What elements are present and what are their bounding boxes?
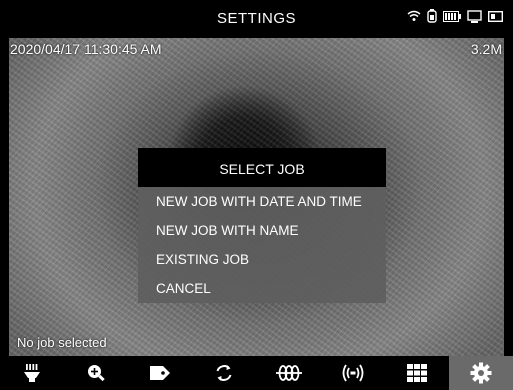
tag-button[interactable] xyxy=(128,356,192,390)
wifi-icon xyxy=(407,10,421,22)
grid-icon xyxy=(406,364,427,382)
sonde-button[interactable] xyxy=(321,356,385,390)
rotate-icon xyxy=(214,363,234,383)
option-new-job-date-time[interactable]: NEW JOB WITH DATE AND TIME xyxy=(138,187,386,216)
coil-icon xyxy=(275,364,302,382)
sonde-icon xyxy=(341,364,365,382)
top-bar: SETTINGS xyxy=(0,0,513,38)
dialog-options: NEW JOB WITH DATE AND TIME NEW JOB WITH … xyxy=(138,187,386,303)
coil-button[interactable] xyxy=(257,356,321,390)
tag-icon xyxy=(149,364,171,382)
dialog-title: SELECT JOB xyxy=(138,148,386,187)
zoom-button[interactable] xyxy=(64,356,128,390)
resolution-label: 3.2M xyxy=(470,41,502,57)
monitor-icon xyxy=(467,9,482,23)
grid-button[interactable] xyxy=(385,356,449,390)
option-cancel[interactable]: CANCEL xyxy=(138,274,386,303)
light-icon xyxy=(22,363,42,383)
job-status-label: No job selected xyxy=(17,335,107,350)
battery-icon xyxy=(443,10,461,22)
light-button[interactable] xyxy=(0,356,64,390)
select-job-dialog: SELECT JOB NEW JOB WITH DATE AND TIME NE… xyxy=(138,148,386,303)
option-existing-job[interactable]: EXISTING JOB xyxy=(138,245,386,274)
status-icons xyxy=(407,9,503,23)
datetime-label: 2020/04/17 11:30:45 AM xyxy=(10,41,162,57)
card-icon xyxy=(488,10,503,22)
zoom-in-icon xyxy=(86,363,106,383)
settings-icon xyxy=(470,362,492,384)
bottom-toolbar xyxy=(0,356,513,390)
option-new-job-name[interactable]: NEW JOB WITH NAME xyxy=(138,216,386,245)
rotate-button[interactable] xyxy=(192,356,256,390)
battery-indicator-icon xyxy=(427,9,437,23)
settings-button[interactable] xyxy=(448,356,513,390)
